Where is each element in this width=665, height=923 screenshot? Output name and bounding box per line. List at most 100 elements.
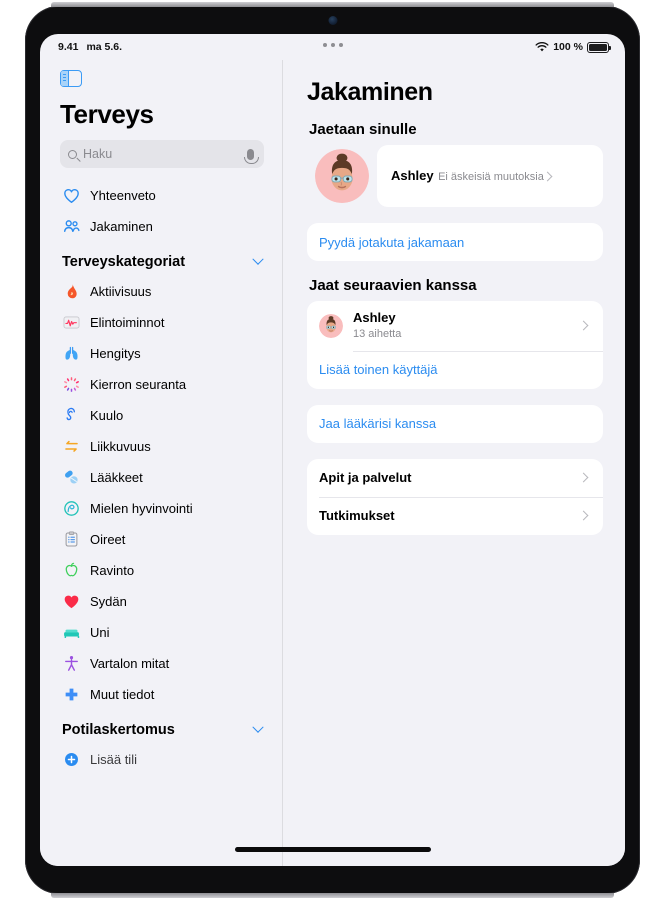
- add-person-row[interactable]: Lisää toinen käyttäjä: [307, 350, 603, 389]
- sidebar-group-terveyskategoriat[interactable]: Terveyskategoriat: [40, 242, 282, 276]
- sidebar-item-label: Sydän: [90, 594, 127, 609]
- ear-icon: [66, 407, 76, 421]
- sidebar-item-label: Liikkuvuus: [90, 439, 151, 454]
- sidebar-item-label: Mielen hyvinvointi: [90, 501, 193, 516]
- request-sharing-link[interactable]: Pyydä jotakuta jakamaan: [319, 235, 464, 250]
- sidebar-item-mielen-hyvinvointi[interactable]: Mielen hyvinvointi: [40, 493, 282, 524]
- share-doctor-card[interactable]: Jaa lääkärisi kanssa: [307, 404, 603, 443]
- two-people-icon: [63, 220, 80, 232]
- sharing-with-card: Ashley 13 aihetta Lisää toinen käyttäjä: [307, 301, 603, 389]
- flame-icon: [67, 284, 77, 299]
- heart-outline-icon: [64, 189, 79, 203]
- apps-services-row[interactable]: Apit ja palvelut: [307, 459, 603, 497]
- sidebar-item-jakaminen[interactable]: Jakaminen: [40, 211, 282, 242]
- sidebar-item-hengitys[interactable]: Hengitys: [40, 338, 282, 369]
- search-input[interactable]: Haku: [60, 140, 264, 168]
- sidebar-item-label: Yhteenveto: [90, 188, 156, 203]
- sharing-person-row[interactable]: Ashley 13 aihetta: [307, 301, 603, 351]
- app-title: Terveys: [60, 99, 154, 129]
- apps-research-card: Apit ja palvelut Tutkimukset: [307, 458, 603, 535]
- research-row[interactable]: Tutkimukset: [307, 496, 603, 535]
- plus-cross-icon: [65, 688, 78, 701]
- person-name: Ashley: [391, 168, 434, 183]
- waveform-icon: [63, 316, 80, 329]
- status-bar: 9.41 ma 5.6. 100 %: [40, 34, 625, 60]
- sidebar-toggle-icon[interactable]: [60, 70, 82, 87]
- sidebar-item-yhteenveto[interactable]: Yhteenveto: [40, 180, 282, 211]
- sidebar-item-sydan[interactable]: Sydän: [40, 586, 282, 617]
- sidebar-item-label: Kierron seuranta: [90, 377, 187, 392]
- sidebar-item-label: Muut tiedot: [90, 687, 155, 702]
- share-doctor-link[interactable]: Jaa lääkärisi kanssa: [319, 416, 436, 431]
- tablet-screen: 9.41 ma 5.6. 100 % Terveys Haku Yhteenve…: [40, 34, 625, 866]
- person-subtitle: Ei äskeisiä muutoksia: [438, 171, 544, 183]
- sidebar-item-label: Jakaminen: [90, 219, 153, 234]
- status-bar-left: 9.41 ma 5.6.: [58, 41, 122, 53]
- person-name: Ashley: [353, 310, 396, 325]
- request-sharing-card[interactable]: Pyydä jotakuta jakamaan: [307, 223, 603, 261]
- sidebar-item-vartalon-mitat[interactable]: Vartalon mitat: [40, 648, 282, 679]
- memoji-avatar: [319, 313, 343, 338]
- chevron-down-icon[interactable]: [252, 253, 264, 265]
- multitasking-dots-icon[interactable]: [322, 43, 343, 47]
- wifi-icon: [535, 41, 549, 51]
- share-doctor-row[interactable]: Jaa lääkärisi kanssa: [307, 405, 603, 443]
- shared-with-you-card[interactable]: Ashley Ei äskeisiä muutoksia: [377, 145, 603, 207]
- person-subtitle: 13 aihetta: [353, 327, 402, 340]
- sidebar-group-label: Terveyskategoriat: [62, 254, 186, 270]
- sidebar-item-muut-tiedot[interactable]: Muut tiedot: [40, 679, 282, 710]
- sidebar-item-label: Ravinto: [90, 563, 135, 578]
- sidebar-item-uni[interactable]: Uni: [40, 617, 282, 648]
- page-title: Jakaminen: [307, 78, 433, 106]
- research-label: Tutkimukset: [319, 508, 395, 524]
- sidebar-item-elintoiminnot[interactable]: Elintoiminnot: [40, 307, 282, 338]
- tablet-device-bezel: 9.41 ma 5.6. 100 % Terveys Haku Yhteenve…: [25, 2, 640, 898]
- heart-filled-icon: [64, 595, 79, 609]
- sidebar-item-kuulo[interactable]: Kuulo: [40, 400, 282, 431]
- search-placeholder: Haku: [83, 147, 113, 161]
- sidebar-item-kierron-seuranta[interactable]: Kierron seuranta: [40, 369, 282, 400]
- mobility-arrows-icon: [65, 440, 78, 452]
- pills-icon: [65, 470, 78, 484]
- sidebar-item-label: Kuulo: [90, 408, 124, 423]
- sidebar-item-label: Uni: [90, 625, 110, 640]
- microphone-icon[interactable]: [244, 148, 259, 164]
- sidebar-item-label: Lisää tili: [90, 752, 137, 767]
- shared-with-you-row[interactable]: Ashley Ei äskeisiä muutoksia: [307, 145, 603, 207]
- sidebar-group-potilaskertomus[interactable]: Potilaskertomus: [40, 710, 282, 744]
- main-panel: Jakaminen Jaetaan sinulle Ashley Ei äske…: [283, 60, 625, 866]
- chevron-right-icon[interactable]: [578, 320, 589, 331]
- mindfulness-head-icon: [64, 501, 79, 516]
- screenshot-frame: 9.41 ma 5.6. 100 % Terveys Haku Yhteenve…: [0, 0, 665, 923]
- status-bar-right: 100 %: [535, 41, 611, 53]
- add-person-link[interactable]: Lisää toinen käyttäjä: [319, 362, 438, 377]
- battery-icon: [587, 41, 611, 53]
- sidebar-item-label: Elintoiminnot: [90, 315, 165, 330]
- sidebar-item-label: Oireet: [90, 532, 126, 547]
- sidebar-item-laakkeet[interactable]: Lääkkeet: [40, 462, 282, 493]
- status-time: 9.41: [58, 41, 79, 53]
- battery-percent-label: 100 %: [553, 41, 583, 53]
- sidebar-item-label: Lääkkeet: [90, 470, 143, 485]
- sidebar-nav: Yhteenveto Jakaminen Terveyskategoriat A…: [40, 180, 282, 775]
- body-measure-icon: [65, 656, 78, 671]
- chevron-down-icon[interactable]: [252, 721, 264, 733]
- sidebar-item-aktiivisuus[interactable]: Aktiivisuus: [40, 276, 282, 307]
- clipboard-icon: [65, 531, 78, 547]
- search-icon: [68, 149, 77, 159]
- sidebar-item-label: Aktiivisuus: [90, 284, 152, 299]
- sidebar-item-oireet[interactable]: Oireet: [40, 524, 282, 555]
- chevron-right-icon[interactable]: [578, 472, 589, 483]
- sidebar-item-label: Hengitys: [90, 346, 141, 361]
- home-indicator[interactable]: [234, 847, 431, 852]
- person-texts: Ashley Ei äskeisiä muutoksia: [391, 167, 544, 185]
- plus-circle-icon: [65, 753, 78, 766]
- sidebar-item-liikkuvuus[interactable]: Liikkuvuus: [40, 431, 282, 462]
- chevron-right-icon[interactable]: [578, 510, 589, 521]
- sidebar-item-lisaa-tili[interactable]: Lisää tili: [40, 744, 282, 775]
- request-sharing-row[interactable]: Pyydä jotakuta jakamaan: [307, 223, 603, 261]
- sidebar-item-ravinto[interactable]: Ravinto: [40, 555, 282, 586]
